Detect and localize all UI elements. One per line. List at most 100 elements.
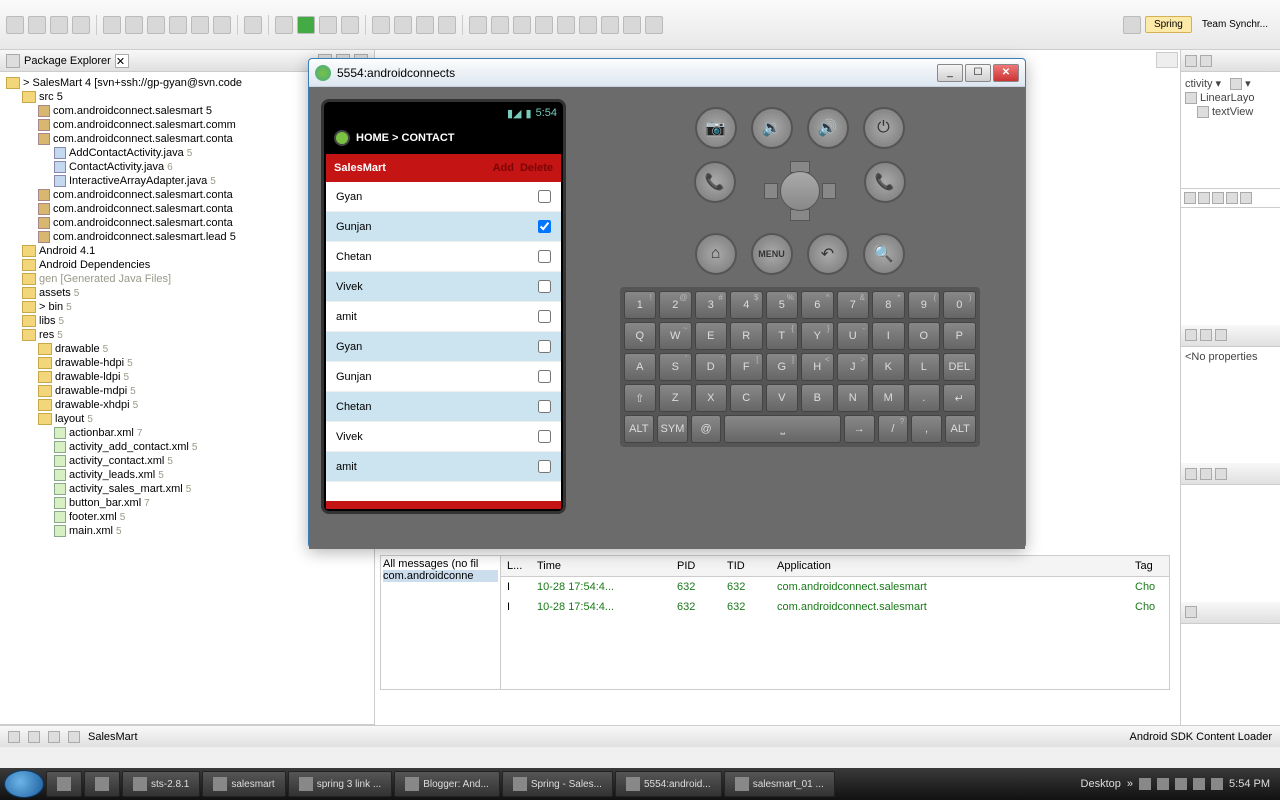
contact-row[interactable]: Chetan — [326, 242, 561, 272]
volume-up-button[interactable]: 🔊 — [807, 107, 849, 149]
keyboard-key[interactable]: B — [801, 384, 834, 412]
log-row[interactable]: I10-28 17:54:4...632632com.androidconnec… — [501, 577, 1169, 597]
view-icon[interactable] — [1215, 329, 1227, 341]
zoom-out-icon[interactable] — [1184, 192, 1196, 204]
keyboard-key[interactable]: [F — [730, 353, 763, 381]
emulator-keyboard[interactable]: !1@2#3$4%5^6&7*8(9)0Q~WER{T}Y-UIOPA`S'D[… — [620, 287, 980, 447]
close-button[interactable]: ✕ — [993, 64, 1019, 82]
view-icon[interactable] — [1185, 329, 1197, 341]
toolbar-button[interactable] — [169, 16, 187, 34]
save-icon[interactable] — [1185, 468, 1197, 480]
view-icon[interactable] — [1215, 468, 1227, 480]
contact-checkbox[interactable] — [538, 400, 551, 413]
keyboard-key[interactable]: ALT — [624, 415, 655, 443]
volume-icon[interactable] — [1211, 778, 1223, 790]
keyboard-key[interactable]: @2 — [659, 291, 692, 319]
keyboard-key[interactable]: &7 — [837, 291, 870, 319]
status-icon[interactable] — [8, 731, 20, 743]
search-button[interactable]: 🔍 — [863, 233, 905, 275]
keyboard-key[interactable]: ⇧ — [624, 384, 657, 412]
contact-list[interactable]: GyanGunjanChetanVivekamitGyanGunjanCheta… — [326, 182, 561, 501]
zoom-reset-icon[interactable] — [1198, 192, 1210, 204]
taskbar-pin[interactable] — [84, 771, 120, 797]
contact-checkbox[interactable] — [538, 190, 551, 203]
view-icon[interactable] — [1200, 468, 1212, 480]
back-button[interactable]: ↶ — [807, 233, 849, 275]
tray-icon[interactable] — [1193, 778, 1205, 790]
keyboard-key[interactable]: >J — [837, 353, 870, 381]
end-call-button[interactable]: 📞 — [864, 161, 906, 203]
taskbar-item[interactable]: Spring - Sales... — [502, 771, 613, 797]
add-button[interactable]: Add — [493, 162, 514, 174]
toolbar-button[interactable] — [623, 16, 641, 34]
tray-icon[interactable] — [1139, 778, 1151, 790]
toolbar-button[interactable] — [416, 16, 434, 34]
tray-icon[interactable] — [1175, 778, 1187, 790]
contact-row[interactable]: amit — [326, 302, 561, 332]
keyboard-key[interactable]: L — [908, 353, 941, 381]
toolbar-button[interactable] — [394, 16, 412, 34]
keyboard-key[interactable]: SYM — [657, 415, 688, 443]
col-tag[interactable]: Tag — [1129, 556, 1169, 576]
taskbar-item[interactable]: 5554:android... — [615, 771, 722, 797]
toolbar-button[interactable] — [557, 16, 575, 34]
menu-button[interactable]: MENU — [751, 233, 793, 275]
toolbar-button[interactable] — [438, 16, 456, 34]
run-button[interactable] — [297, 16, 315, 34]
close-icon[interactable]: ✕ — [115, 54, 129, 68]
volume-down-button[interactable]: 🔉 — [751, 107, 793, 149]
perspective-spring[interactable]: Spring — [1145, 16, 1192, 33]
status-icon[interactable] — [28, 731, 40, 743]
keyboard-key[interactable]: Q — [624, 322, 657, 350]
maximize-button[interactable]: ☐ — [965, 64, 991, 82]
toolbar-button[interactable] — [191, 16, 209, 34]
toolbar-button[interactable] — [319, 16, 337, 34]
keyboard-key[interactable]: 'D — [695, 353, 728, 381]
taskbar-pin[interactable] — [46, 771, 82, 797]
start-button[interactable] — [4, 770, 44, 798]
toolbar-button[interactable] — [491, 16, 509, 34]
editor-min-max[interactable] — [1156, 52, 1178, 68]
toolbar-button[interactable] — [601, 16, 619, 34]
contact-checkbox[interactable] — [538, 370, 551, 383]
keyboard-key[interactable]: DEL — [943, 353, 976, 381]
toolbar-button[interactable] — [147, 16, 165, 34]
zoom-in-icon[interactable] — [1212, 192, 1224, 204]
delete-button[interactable]: Delete — [520, 162, 553, 174]
dpad[interactable] — [750, 161, 850, 221]
keyboard-key[interactable]: . — [908, 384, 941, 412]
keyboard-key[interactable]: *8 — [872, 291, 905, 319]
taskbar-item[interactable]: salesmart_01 ... — [724, 771, 835, 797]
taskbar-item[interactable]: sts-2.8.1 — [122, 771, 200, 797]
power-button[interactable]: ⏻ — [863, 107, 905, 149]
keyboard-key[interactable]: @ — [691, 415, 722, 443]
keyboard-key[interactable]: (9 — [908, 291, 941, 319]
toolbar-button[interactable] — [513, 16, 531, 34]
contact-row[interactable]: Vivek — [326, 272, 561, 302]
keyboard-key[interactable]: #3 — [695, 291, 728, 319]
zoom-icon[interactable] — [1240, 192, 1252, 204]
keyboard-key[interactable]: , — [911, 415, 942, 443]
contact-checkbox[interactable] — [538, 250, 551, 263]
col-level[interactable]: L... — [501, 556, 531, 576]
phone-screen[interactable]: ▮◢▮5:54 HOME > CONTACT SalesMart AddDele… — [326, 104, 561, 509]
toolbar-button[interactable] — [213, 16, 231, 34]
keyboard-key[interactable]: -U — [837, 322, 870, 350]
show-desktop[interactable]: Desktop — [1081, 778, 1121, 790]
view-icon[interactable] — [1185, 606, 1197, 618]
contact-row[interactable]: Vivek — [326, 422, 561, 452]
keyboard-key[interactable]: ALT — [945, 415, 976, 443]
filter-item[interactable]: All messages (no fil — [383, 558, 498, 570]
keyboard-key[interactable]: <H — [801, 353, 834, 381]
contact-checkbox[interactable] — [538, 460, 551, 473]
keyboard-key[interactable]: `S — [659, 353, 692, 381]
keyboard-key[interactable]: X — [695, 384, 728, 412]
col-time[interactable]: Time — [531, 556, 671, 576]
dropdown-activity[interactable]: ctivity — [1185, 78, 1213, 90]
contact-checkbox[interactable] — [538, 280, 551, 293]
taskbar-item[interactable]: salesmart — [202, 771, 285, 797]
keyboard-key[interactable]: ^6 — [801, 291, 834, 319]
col-pid[interactable]: PID — [671, 556, 721, 576]
keyboard-key[interactable]: O — [908, 322, 941, 350]
toolbar-button[interactable] — [469, 16, 487, 34]
